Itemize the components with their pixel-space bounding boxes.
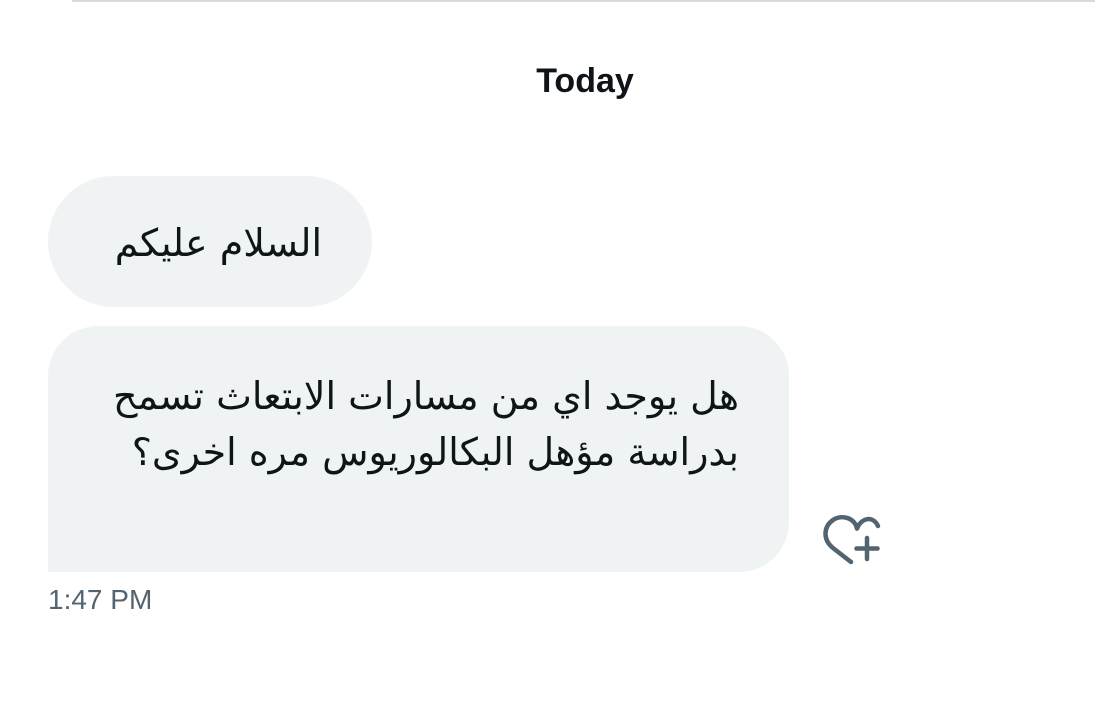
day-separator: Today — [536, 62, 634, 100]
heart-plus-icon[interactable] — [818, 506, 882, 566]
message-text: هل يوجد اي من مسارات الابتعاث تسمح بدراس… — [113, 374, 739, 474]
message-timestamp: 1:47 PM — [48, 584, 153, 615]
top-divider — [72, 0, 1095, 2]
message-text: السلام عليكم — [114, 221, 322, 265]
message-bubble[interactable]: السلام عليكم — [48, 176, 372, 307]
message-bubble[interactable]: هل يوجد اي من مسارات الابتعاث تسمح بدراس… — [48, 326, 789, 572]
